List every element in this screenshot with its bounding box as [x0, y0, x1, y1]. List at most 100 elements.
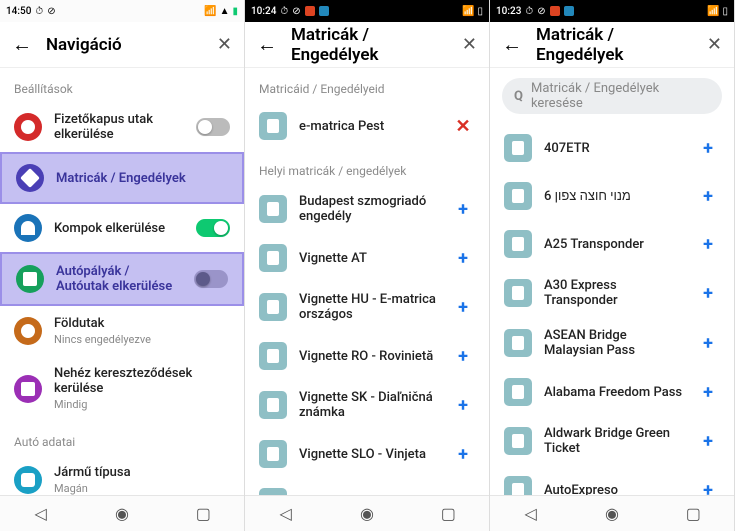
add-button[interactable]: + — [696, 232, 720, 256]
list-item[interactable]: Aldwark Bridge Green Ticket+ — [490, 416, 734, 466]
add-button[interactable]: + — [451, 344, 475, 368]
add-button[interactable]: + — [696, 281, 720, 305]
item-label: A25 Transponder — [544, 237, 684, 252]
nav-back[interactable]: ◁ — [276, 504, 296, 524]
list-item[interactable]: A30 Express Transponder + — [490, 268, 734, 318]
list-item[interactable]: Vignette SLO - Vinjeta+ — [245, 430, 489, 478]
back-button[interactable]: ← — [502, 32, 522, 57]
settings-list[interactable]: Beállítások Fizetőkapus utak elkerülése … — [0, 68, 244, 495]
row-vehicle[interactable]: Jármű típusa Magán — [0, 455, 244, 495]
junction-icon — [14, 375, 42, 403]
list-item[interactable]: e-matrica Pest ✕ — [245, 102, 489, 150]
section-own: Matricáid / Engedélyeid — [245, 68, 489, 102]
list-item[interactable]: ASEAN Bridge Malaysian Pass + — [490, 318, 734, 368]
item-label: A30 Express Transponder — [544, 278, 684, 308]
row-vignettes[interactable]: Matricák / Engedélyek — [0, 152, 244, 204]
sub-label: Magán — [54, 482, 230, 495]
nav-back[interactable]: ◁ — [521, 504, 541, 524]
item-label: Vignette AT — [299, 251, 439, 266]
add-button[interactable]: + — [451, 393, 475, 417]
add-button[interactable]: + — [451, 442, 475, 466]
add-button[interactable]: + — [696, 184, 720, 208]
nav-home[interactable]: ◉ — [112, 504, 132, 524]
close-button[interactable]: ✕ — [217, 34, 232, 55]
label: Fizetőkapus utak elkerülése — [54, 112, 184, 142]
alarm-icon: ⏱ — [280, 6, 288, 17]
pass-icon — [504, 378, 532, 406]
close-button[interactable]: ✕ — [462, 34, 477, 55]
status-bar: 10:23 ⏱ ⊘ 📶 ▯ — [490, 0, 734, 22]
app-bar: ← Matricák / Engedélyek ✕ — [490, 22, 734, 68]
add-button[interactable]: + — [696, 429, 720, 453]
nav-recent[interactable]: ▢ — [438, 504, 458, 524]
add-button[interactable]: + — [451, 197, 475, 221]
item-label: ASEAN Bridge Malaysian Pass — [544, 328, 684, 358]
list-item[interactable]: Vignette RO - Rovinietă+ — [245, 332, 489, 380]
phone-3: 10:23 ⏱ ⊘ 📶 ▯ ← Matricák / Engedélyek ✕ … — [490, 0, 735, 531]
add-button[interactable]: + — [696, 136, 720, 160]
add-button[interactable]: + — [696, 331, 720, 355]
list-item[interactable]: 6 מנוי חוצה צפון+ — [490, 172, 734, 220]
toggle-toll[interactable] — [196, 118, 230, 136]
nav-home[interactable]: ◉ — [357, 504, 377, 524]
alarm-icon: ⏱ — [35, 6, 43, 17]
row-ferries[interactable]: Kompok elkerülése — [0, 204, 244, 252]
list-item[interactable]: A25 Transponder + — [490, 220, 734, 268]
nav-recent[interactable]: ▢ — [683, 504, 703, 524]
search-input[interactable]: Q Matricák / Engedélyek keresése — [502, 78, 722, 114]
add-button[interactable]: + — [451, 295, 475, 319]
list-item[interactable]: AutoExpreso+ — [490, 466, 734, 495]
back-button[interactable]: ← — [257, 32, 277, 57]
pass-icon — [259, 293, 287, 321]
pass-icon — [259, 342, 287, 370]
list-item[interactable]: Alabama Freedom Pass+ — [490, 368, 734, 416]
row-dirt[interactable]: Földutak Nincs engedélyezve — [0, 306, 244, 356]
list-item[interactable]: Budapest szmogriadó engedély + — [245, 184, 489, 234]
status-bar: 10:24 ⏱ ⊘ 📶 ▯ — [245, 0, 489, 22]
nav-recent[interactable]: ▢ — [193, 504, 213, 524]
item-label: Vignette SK - Diaľničná známka — [299, 390, 439, 420]
pass-icon — [504, 182, 532, 210]
pass-icon — [259, 244, 287, 272]
section-local: Helyi matricák / engedélyek — [245, 150, 489, 184]
pass-icon — [504, 279, 532, 307]
vignette-search-list[interactable]: Q Matricák / Engedélyek keresése 407ETR+… — [490, 68, 734, 495]
vignette-list[interactable]: Matricáid / Engedélyeid e-matrica Pest✕ … — [245, 68, 489, 495]
signal-icon: 📶 — [204, 6, 216, 17]
list-item[interactable]: Vignette HU - E-matrica országos+ — [245, 282, 489, 332]
list-item[interactable]: 407ETR+ — [490, 124, 734, 172]
row-motorways[interactable]: Autópályák / Autóutak elkerülése — [0, 252, 244, 306]
nav-home[interactable]: ◉ — [602, 504, 622, 524]
pass-icon — [259, 391, 287, 419]
pass-icon — [504, 476, 532, 495]
item-label: Budapest szmogriadó engedély — [299, 194, 439, 224]
row-toll[interactable]: Fizetőkapus utak elkerülése — [0, 102, 244, 152]
battery-icon: ▮ — [232, 6, 238, 17]
app-badge-icon — [319, 6, 329, 16]
label: Matricák / Engedélyek — [56, 171, 228, 186]
alarm-icon: ⏱ — [525, 6, 533, 17]
add-button[interactable]: + — [696, 478, 720, 495]
page-title: Matricák / Engedélyek — [536, 25, 693, 65]
status-time: 14:50 — [6, 6, 31, 17]
nav-back[interactable]: ◁ — [31, 504, 51, 524]
page-title: Matricák / Engedélyek — [291, 25, 448, 65]
add-button[interactable]: + — [696, 380, 720, 404]
status-bar: 14:50 ⏱ ⊘ 📶 ▲ ▮ — [0, 0, 244, 22]
close-button[interactable]: ✕ — [707, 34, 722, 55]
app-badge-icon — [305, 6, 315, 16]
toggle-ferries[interactable] — [196, 219, 230, 237]
list-item[interactable]: e-matrica Baranya+ — [245, 478, 489, 495]
row-junctions[interactable]: Nehéz kereszteződések kerülése Mindig — [0, 356, 244, 421]
label: Kompok elkerülése — [54, 221, 184, 236]
pass-icon — [504, 329, 532, 357]
item-label: e-matrica Pest — [299, 119, 439, 134]
signal-icon: 📶 — [462, 6, 474, 17]
add-button[interactable]: + — [451, 246, 475, 270]
toggle-motorways[interactable] — [194, 270, 228, 288]
remove-button[interactable]: ✕ — [451, 114, 475, 138]
back-button[interactable]: ← — [12, 32, 32, 57]
list-item[interactable]: Vignette AT + — [245, 234, 489, 282]
list-item[interactable]: Vignette SK - Diaľničná známka + — [245, 380, 489, 430]
ferry-icon — [14, 214, 42, 242]
